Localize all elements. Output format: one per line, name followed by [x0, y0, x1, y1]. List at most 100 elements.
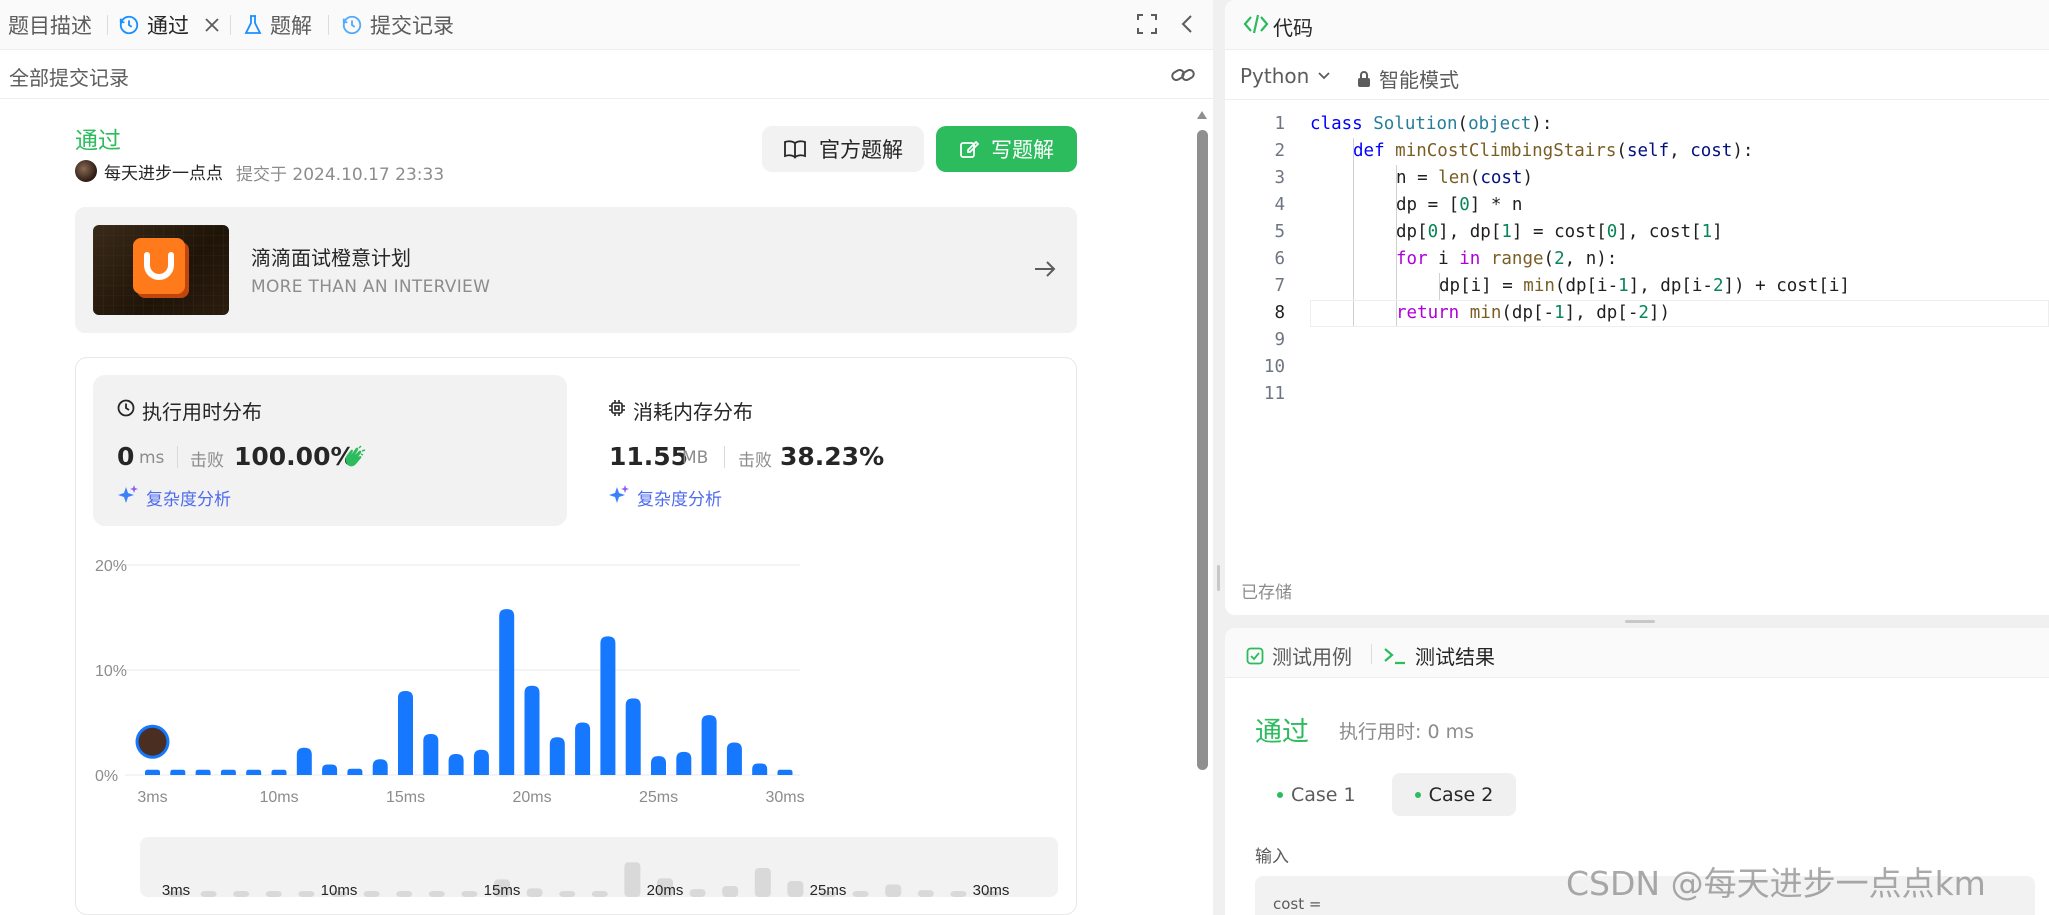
case-2-tab[interactable]: Case 2	[1392, 773, 1516, 816]
case-1-tab[interactable]: Case 1	[1277, 774, 1356, 816]
bar[interactable]	[271, 769, 287, 775]
minimap-bar	[624, 862, 641, 897]
bar[interactable]	[676, 751, 692, 775]
bar[interactable]	[170, 769, 186, 775]
bar[interactable]	[473, 749, 489, 775]
line-number: 8	[1274, 303, 1285, 323]
bar[interactable]	[701, 715, 717, 775]
runtime-analysis-link[interactable]: 复杂度分析	[146, 485, 231, 510]
tab-testcase[interactable]: 测试用例	[1246, 641, 1352, 670]
runtime-distribution-chart[interactable]: 20% 10% 0% 3ms 10ms 15ms 20ms 25ms 30ms	[95, 535, 1065, 815]
all-submissions-link[interactable]: 全部提交记录	[9, 62, 129, 91]
y-tick-label: 10%	[95, 663, 127, 680]
clap-icon	[342, 445, 366, 469]
terminal-icon	[1383, 647, 1407, 665]
bar[interactable]	[296, 747, 312, 775]
pass-dot	[1414, 791, 1421, 798]
tab-solutions-label: 题解	[270, 14, 312, 38]
scroll-up-icon[interactable]	[1196, 110, 1208, 120]
y-tick-label: 0%	[95, 768, 118, 785]
runtime-title: 执行用时分布	[142, 400, 262, 424]
line-number: 10	[1263, 357, 1285, 377]
tab-submissions[interactable]: 提交记录	[341, 0, 454, 50]
bar[interactable]	[575, 722, 591, 776]
bar[interactable]	[600, 636, 616, 775]
bar[interactable]	[347, 768, 363, 775]
tab-test-result[interactable]: 测试结果	[1383, 641, 1495, 670]
bar[interactable]	[145, 769, 160, 775]
minimap-bar	[754, 867, 771, 897]
input-label: 输入	[1255, 847, 1289, 867]
input-param: cost =	[1273, 895, 1322, 913]
code-line-2: def minCostClimbingStairs(self, cost):	[1353, 141, 1754, 161]
edit-icon	[959, 139, 979, 159]
minimap-bar	[787, 880, 804, 897]
tab-divider	[1371, 644, 1372, 664]
code-editor[interactable]: 1 class Solution(object): 2 def minCostCli…	[1225, 111, 2049, 441]
minimap-bar	[265, 891, 282, 897]
smart-mode-toggle[interactable]: 智能模式	[1357, 64, 1459, 93]
tab-test-result-label: 测试结果	[1415, 645, 1495, 669]
indent-guide	[1439, 273, 1440, 300]
user-name[interactable]: 每天进步一点点	[104, 159, 223, 184]
bar[interactable]	[549, 737, 565, 775]
bar[interactable]	[423, 734, 439, 775]
x-tick-label: 10ms	[259, 789, 298, 806]
tab-submissions-label: 提交记录	[370, 14, 454, 38]
bar[interactable]	[777, 769, 793, 775]
collapse-icon[interactable]	[1180, 14, 1194, 34]
indent-guide	[1353, 138, 1354, 327]
panel-resize-handle[interactable]	[1217, 565, 1220, 591]
bar[interactable]	[448, 754, 464, 775]
minimap-bar	[363, 891, 380, 897]
x-tick-label: 25ms	[639, 789, 678, 806]
ad-banner[interactable]: 滴滴面试橙意计划 MORE THAN AN INTERVIEW	[75, 207, 1077, 333]
minimap-bar	[852, 891, 869, 897]
scrollbar-thumb[interactable]	[1197, 130, 1208, 770]
line-number: 4	[1274, 195, 1285, 215]
line-number: 3	[1274, 168, 1285, 188]
bar[interactable]	[726, 742, 742, 775]
tab-accepted[interactable]: 通过	[118, 0, 220, 50]
clock-icon	[117, 399, 135, 417]
write-solution-button[interactable]: 写题解	[936, 126, 1077, 172]
minimap-bar	[917, 890, 934, 897]
pass-dot	[1277, 792, 1283, 798]
bar[interactable]	[524, 685, 540, 775]
divider	[1225, 99, 2049, 100]
bar[interactable]	[398, 691, 413, 775]
bar[interactable]	[372, 759, 388, 775]
case-1-label: Case 1	[1291, 784, 1356, 806]
bar[interactable]	[246, 769, 262, 775]
close-icon[interactable]	[204, 17, 220, 33]
memory-beats-value: 38.23%	[780, 442, 885, 471]
minimap-bar	[722, 886, 739, 897]
arrow-right-icon[interactable]	[1033, 259, 1057, 279]
minimap-bar	[233, 891, 250, 897]
bar[interactable]	[651, 756, 666, 775]
bar[interactable]	[752, 763, 768, 775]
language-label: Python	[1240, 64, 1310, 88]
memory-analysis-link[interactable]: 复杂度分析	[637, 485, 722, 510]
x-tick-label: 30ms	[765, 789, 804, 806]
link-icon[interactable]	[1170, 64, 1196, 86]
tab-description-label: 题目描述	[8, 14, 92, 38]
banner-title: 滴滴面试橙意计划	[251, 246, 411, 270]
tab-description[interactable]: 题目描述	[8, 0, 92, 50]
minimap-bar	[396, 891, 413, 897]
watermark: CSDN @每天进步一点点km	[1566, 864, 1986, 903]
official-solution-label: 官方题解	[819, 138, 903, 162]
code-line-7: dp[i] = min(dp[i-1], dp[i-2]) + cost[i]	[1439, 276, 1850, 296]
console-resize-handle[interactable]	[1625, 620, 1655, 623]
bar[interactable]	[195, 769, 211, 775]
fullscreen-icon[interactable]	[1137, 14, 1157, 34]
bar[interactable]	[625, 698, 641, 775]
memory-unit: MB	[682, 448, 709, 468]
bar[interactable]	[220, 769, 236, 775]
bar[interactable]	[322, 764, 338, 776]
language-select[interactable]: Python	[1240, 64, 1331, 88]
official-solution-button[interactable]: 官方题解	[762, 126, 924, 172]
tab-solutions[interactable]: 题解	[243, 0, 312, 50]
result-runtime: 执行用时: 0 ms	[1339, 721, 1474, 743]
bar[interactable]	[499, 609, 515, 775]
